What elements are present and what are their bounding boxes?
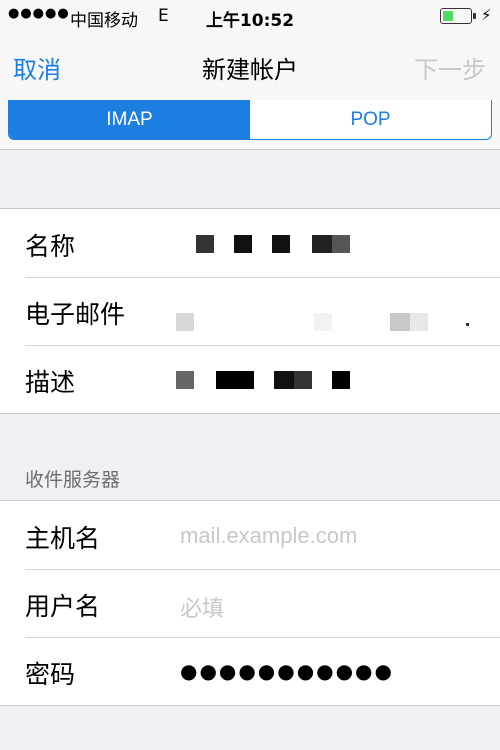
status-bar: ●●●●● 中国移动 E 上午10:52 ⚡ bbox=[0, 0, 500, 34]
segment-imap[interactable]: IMAP bbox=[9, 100, 250, 139]
incoming-server-group: 主机名 mail.example.com 用户名 必填 密码 ●●●●●●●●●… bbox=[0, 500, 500, 706]
navigation-bar: 取消 新建帐户 下一步 bbox=[0, 34, 500, 100]
name-row[interactable]: 名称 bbox=[0, 209, 500, 277]
name-label: 名称 bbox=[25, 232, 76, 261]
hostname-label: 主机名 bbox=[25, 524, 101, 553]
battery-level bbox=[443, 11, 453, 21]
battery-tip bbox=[473, 13, 476, 19]
status-time: 上午10:52 bbox=[205, 11, 295, 31]
account-type-segmented-control: IMAP POP bbox=[8, 100, 492, 140]
next-button[interactable]: 下一步 bbox=[414, 50, 486, 85]
email-row[interactable]: 电子邮件 bbox=[0, 277, 500, 345]
username-label: 用户名 bbox=[25, 592, 101, 621]
password-row[interactable]: 密码 ●●●●●●●●●●● bbox=[0, 637, 500, 705]
email-label: 电子邮件 bbox=[25, 300, 126, 329]
description-label: 描述 bbox=[25, 368, 76, 397]
description-row[interactable]: 描述 bbox=[0, 345, 500, 413]
hostname-input[interactable]: mail.example.com bbox=[180, 523, 357, 549]
segment-area: IMAP POP bbox=[0, 100, 500, 150]
password-input[interactable]: ●●●●●●●●●●● bbox=[180, 659, 394, 683]
password-label: 密码 bbox=[25, 660, 76, 689]
charging-icon: ⚡ bbox=[481, 6, 492, 24]
segment-pop[interactable]: POP bbox=[250, 100, 491, 139]
account-info-group: 名称 电子邮件 描述 bbox=[0, 208, 500, 414]
username-input[interactable]: 必填 bbox=[180, 591, 224, 623]
incoming-server-header: 收件服务器 bbox=[25, 469, 121, 491]
username-row[interactable]: 用户名 必填 bbox=[0, 569, 500, 637]
hostname-row[interactable]: 主机名 mail.example.com bbox=[0, 501, 500, 569]
battery-icon bbox=[440, 8, 472, 24]
